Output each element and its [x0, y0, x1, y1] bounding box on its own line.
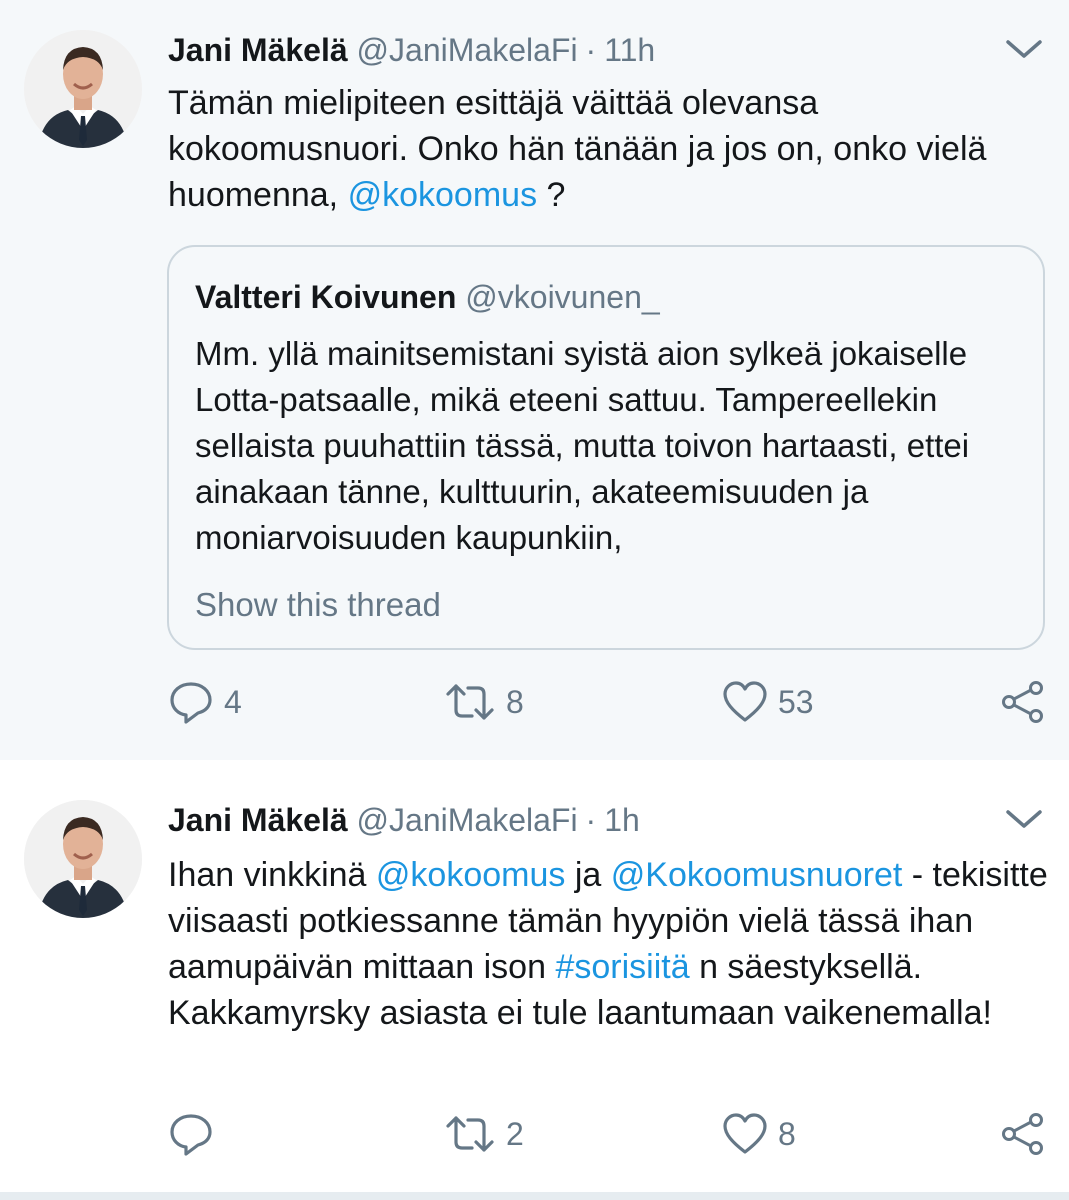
text-segment: ja: [565, 856, 611, 894]
mention-link[interactable]: @Kokoomusnuoret: [611, 856, 903, 894]
tweet-header: Jani Mäkelä @JaniMakelaFi · 1h: [168, 800, 640, 840]
text-segment: Ihan vinkkinä: [168, 856, 376, 894]
retweet-icon: [446, 1116, 494, 1152]
author-handle[interactable]: @JaniMakelaFi: [357, 32, 578, 68]
like-button[interactable]: 53: [722, 680, 814, 724]
quoted-tweet[interactable]: Valtteri Koivunen @vkoivunen_ Mm. yllä m…: [167, 245, 1045, 650]
tweet-1[interactable]: Jani Mäkelä @JaniMakelaFi · 11h Tämän miel…: [0, 0, 1069, 760]
reply-count: 4: [224, 684, 242, 720]
retweet-button[interactable]: 8: [444, 680, 524, 724]
quoted-author-handle: @vkoivunen_: [465, 279, 660, 315]
show-thread-link[interactable]: Show this thread: [195, 583, 441, 627]
tweet-header: Jani Mäkelä @JaniMakelaFi · 11h: [168, 30, 655, 70]
like-count: 53: [778, 684, 814, 720]
reply-button[interactable]: 4: [168, 680, 242, 724]
like-button[interactable]: 8: [722, 1112, 796, 1156]
avatar[interactable]: [24, 30, 142, 148]
retweet-button[interactable]: 2: [444, 1112, 524, 1156]
reply-button[interactable]: [168, 1112, 224, 1156]
share-icon: [1002, 681, 1043, 723]
text-segment: ?: [537, 176, 566, 214]
timestamp[interactable]: 11h: [604, 32, 655, 68]
mention-link[interactable]: @kokoomus: [348, 176, 537, 214]
quoted-header: Valtteri Koivunen @vkoivunen_: [195, 277, 660, 317]
author-name[interactable]: Jani Mäkelä: [168, 802, 348, 838]
like-icon: [723, 681, 767, 722]
mention-link[interactable]: @kokoomus: [376, 856, 565, 894]
quoted-text: Mm. yllä mainitsemistani syistä aion syl…: [195, 335, 970, 556]
tweet-text: Ihan vinkkinä @kokoomus ja @Kokoomusnuor…: [168, 852, 1048, 1036]
reply-icon: [170, 1114, 212, 1156]
author-name[interactable]: Jani Mäkelä: [168, 32, 348, 68]
chevron-down-icon[interactable]: [1002, 804, 1046, 834]
share-button[interactable]: [1000, 1112, 1046, 1156]
like-icon: [723, 1113, 767, 1154]
tweet-text: Tämän mielipiteen esittäjä väittää oleva…: [168, 80, 1048, 218]
chevron-down-icon[interactable]: [1002, 34, 1046, 64]
author-handle[interactable]: @JaniMakelaFi: [357, 802, 578, 838]
separator-dot: ·: [585, 802, 597, 838]
text-segment: Tämän mielipiteen esittäjä väittää oleva…: [168, 84, 987, 214]
retweet-count: 2: [506, 1116, 524, 1152]
divider: [0, 1192, 1069, 1200]
avatar[interactable]: [24, 800, 142, 918]
hashtag-link[interactable]: #sorisiitä: [555, 948, 689, 986]
like-count: 8: [778, 1116, 796, 1152]
quoted-author-name: Valtteri Koivunen: [195, 279, 457, 315]
share-icon: [1002, 1113, 1043, 1155]
separator-dot: ·: [585, 32, 597, 68]
retweet-count: 8: [506, 684, 524, 720]
timestamp[interactable]: 1h: [604, 802, 640, 838]
share-button[interactable]: [1000, 680, 1046, 724]
reply-icon: [170, 682, 212, 724]
retweet-icon: [446, 684, 494, 720]
tweet-2[interactable]: Jani Mäkelä @JaniMakelaFi · 1h Ihan vinkki…: [0, 760, 1069, 1192]
